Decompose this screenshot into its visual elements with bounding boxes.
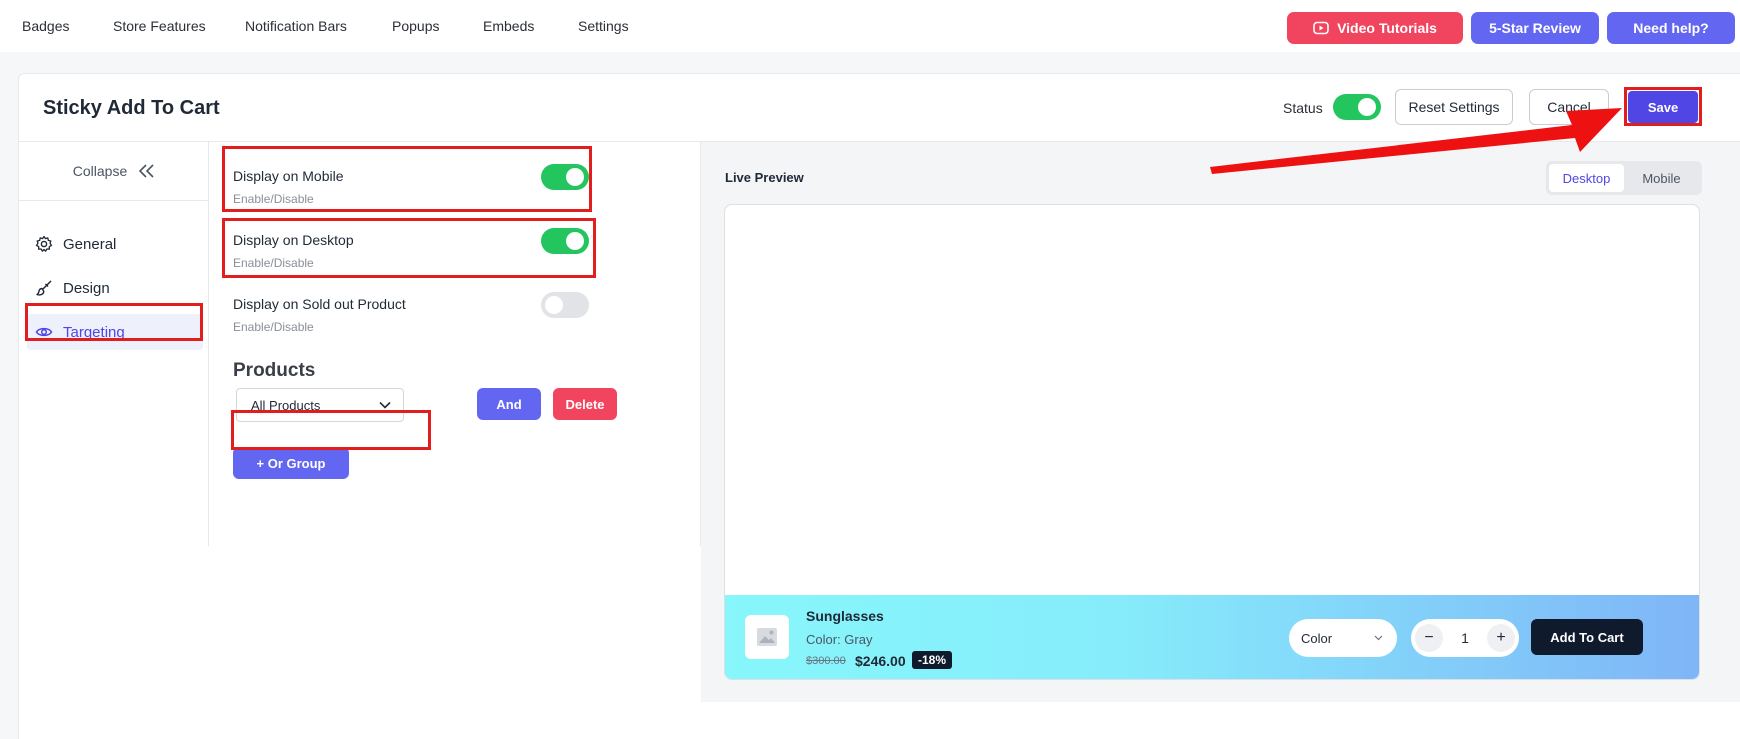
and-button[interactable]: And (477, 388, 541, 420)
card-header: Sticky Add To Cart Status Reset Settings… (19, 74, 1740, 142)
compare-price: $300.00 (806, 655, 846, 667)
delete-button[interactable]: Delete (553, 388, 617, 420)
sidebar-item-label: General (63, 235, 117, 253)
eye-icon (35, 327, 53, 337)
toggle-knob (545, 296, 563, 314)
nav-popups[interactable]: Popups (392, 18, 439, 34)
product-thumbnail (745, 615, 789, 659)
tab-desktop[interactable]: Desktop (1549, 164, 1624, 192)
five-star-review-button[interactable]: 5-Star Review (1471, 12, 1599, 44)
device-switcher: Desktop Mobile (1546, 161, 1702, 195)
increase-quantity-button[interactable]: + (1486, 624, 1515, 652)
image-placeholder-icon (757, 628, 777, 646)
targeting-settings: Display on Mobile Enable/Disable Display… (209, 142, 701, 546)
need-help-button[interactable]: Need help? (1607, 12, 1735, 44)
display-desktop-sub: Enable/Disable (233, 256, 314, 270)
sidebar-item-general[interactable]: General (27, 226, 203, 262)
quantity-stepper: − 1 + (1411, 619, 1519, 657)
live-preview-label: Live Preview (725, 170, 804, 185)
video-tutorials-button[interactable]: Video Tutorials (1287, 12, 1463, 44)
color-select-value: Color (1301, 630, 1333, 646)
decrease-quantity-button[interactable]: − (1415, 624, 1443, 652)
color-select[interactable]: Color (1289, 619, 1397, 657)
youtube-icon (1313, 21, 1329, 35)
product-condition-select[interactable]: All Products (236, 388, 404, 422)
reset-settings-button[interactable]: Reset Settings (1395, 89, 1513, 125)
display-mobile-label: Display on Mobile (233, 168, 344, 184)
quantity-value: 1 (1461, 630, 1469, 646)
sale-price: $246.00 (855, 653, 906, 669)
nav-store-features[interactable]: Store Features (113, 18, 206, 34)
sidebar-item-targeting[interactable]: Targeting (27, 314, 203, 350)
brush-icon (36, 280, 52, 296)
display-desktop-toggle[interactable] (541, 228, 589, 254)
video-tutorials-label: Video Tutorials (1337, 20, 1437, 36)
chevron-down-icon (379, 401, 391, 409)
nav-embeds[interactable]: Embeds (483, 18, 534, 34)
chevron-down-icon (1374, 635, 1383, 641)
collapse-toggle[interactable]: Collapse (19, 142, 209, 201)
live-preview-panel: Live Preview Desktop Mobile Sunglasses C… (701, 142, 1740, 702)
display-mobile-toggle[interactable] (541, 164, 589, 190)
display-soldout-toggle[interactable] (541, 292, 589, 318)
page-title: Sticky Add To Cart (43, 97, 220, 119)
sidebar-item-design[interactable]: Design (27, 270, 203, 306)
display-mobile-sub: Enable/Disable (233, 192, 314, 206)
display-desktop-label: Display on Desktop (233, 232, 354, 248)
cancel-button[interactable]: Cancel (1529, 89, 1609, 125)
nav-notification-bars[interactable]: Notification Bars (245, 18, 347, 34)
discount-badge: -18% (912, 651, 953, 669)
or-group-button[interactable]: + Or Group (233, 447, 349, 479)
product-variant: Color: Gray (806, 632, 873, 647)
display-soldout-label: Display on Sold out Product (233, 296, 406, 312)
nav-settings[interactable]: Settings (578, 18, 629, 34)
preview-frame: Sunglasses Color: Gray $300.00 $246.00 -… (724, 204, 1700, 680)
toggle-knob (566, 168, 584, 186)
add-to-cart-button[interactable]: Add To Cart (1531, 619, 1643, 655)
sidebar-item-label: Targeting (63, 323, 125, 341)
status-toggle[interactable] (1333, 94, 1381, 120)
save-button[interactable]: Save (1628, 91, 1698, 123)
tab-mobile[interactable]: Mobile (1624, 164, 1699, 192)
products-heading: Products (233, 360, 316, 381)
sidebar: Collapse General Design Targeting (19, 142, 209, 546)
gear-icon (35, 235, 53, 252)
top-navigation: Badges Store Features Notification Bars … (0, 0, 1740, 52)
status-label: Status (1283, 100, 1323, 116)
display-soldout-sub: Enable/Disable (233, 320, 314, 334)
nav-badges[interactable]: Badges (22, 18, 69, 34)
toggle-knob (1358, 98, 1376, 116)
double-chevron-left-icon (139, 164, 154, 178)
toggle-knob (566, 232, 584, 250)
product-select-value: All Products (251, 397, 321, 413)
product-name: Sunglasses (806, 608, 884, 624)
collapse-label: Collapse (72, 163, 128, 179)
settings-card: Sticky Add To Cart Status Reset Settings… (18, 73, 1740, 739)
sidebar-item-label: Design (63, 279, 110, 297)
sticky-add-to-cart-bar: Sunglasses Color: Gray $300.00 $246.00 -… (725, 595, 1699, 679)
